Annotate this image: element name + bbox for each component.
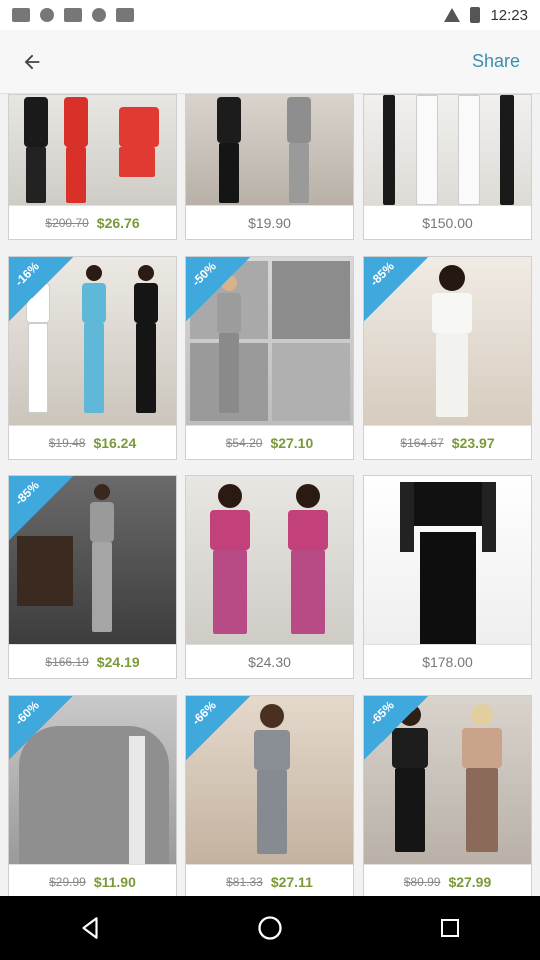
product-card[interactable]: -60% $29.99 $11.90 [8,695,177,896]
price-row: $19.48 $16.24 [9,425,176,459]
circle-home-icon [258,916,282,940]
settings-icon [92,8,106,22]
product-image: -65% [364,696,531,864]
price-row: $200.70 $26.76 [9,205,176,239]
system-nav-bar [0,896,540,960]
old-price: $80.99 [403,874,441,889]
product-card[interactable]: $19.90 [185,94,354,240]
product-card[interactable]: -65% $80.99 $27.99 [363,695,532,896]
price: $178.00 [422,653,473,670]
price: $150.00 [422,214,473,231]
notification-icon [12,8,30,22]
price: $19.90 [248,214,291,231]
triangle-back-icon [82,917,98,939]
sale-price: $27.11 [270,873,313,890]
signal-icon [444,8,461,22]
price-row: $29.99 $11.90 [9,864,176,896]
product-image: -16% [9,257,176,425]
discount-badge: -16% [9,257,73,321]
product-image [186,95,353,205]
product-image [364,476,531,644]
old-price: $166.19 [45,654,89,669]
image-icon [64,8,82,22]
product-image: -50% [186,257,353,425]
sale-price: $23.97 [451,434,495,451]
sale-price: $11.90 [93,873,136,890]
sync-icon [40,8,54,22]
sale-price: $24.19 [96,653,140,670]
product-image: -85% [9,476,176,644]
price-row: $80.99 $27.99 [364,864,531,896]
price-row: $81.33 $27.11 [186,864,353,896]
old-price: $81.33 [226,874,263,889]
product-card[interactable]: $178.00 [363,475,532,679]
price-row: $24.30 [186,644,353,678]
product-image: -66% [186,696,353,864]
old-price: $19.48 [48,435,86,450]
product-image: -85% [364,257,531,425]
discount-badge: -50% [186,257,250,321]
status-time: 12:23 [490,6,528,24]
product-card[interactable]: -66% $81.33 $27.11 [185,695,354,896]
price-row: $164.67 $23.97 [364,425,531,459]
old-price: $54.20 [225,435,263,450]
sale-price: $16.24 [93,434,137,451]
battery-icon [470,7,481,23]
square-recents-icon [441,919,459,937]
discount-badge: -65% [364,696,428,760]
nav-recents-button[interactable] [426,904,474,952]
price-row: $54.20 $27.10 [186,425,353,459]
discount-badge: -85% [364,257,428,321]
price: $24.30 [248,653,291,670]
product-card[interactable]: $150.00 [363,94,532,240]
product-image [364,95,531,205]
arrow-left-icon [24,54,40,69]
sale-price: $27.99 [448,873,492,890]
discount-badge: -66% [186,696,250,760]
product-card[interactable]: -16% $19.48 $16.24 [8,256,177,460]
price-row: $166.19 $24.19 [9,644,176,678]
status-bar: 12:23 [0,0,540,30]
discount-badge: -60% [9,696,73,760]
product-grid: $200.70 $26.76 $19.90 $150.00 -16% $19.4… [8,94,532,896]
discount-badge: -85% [9,476,73,540]
old-price: $164.67 [400,435,444,450]
product-card[interactable]: $24.30 [185,475,354,679]
old-price: $29.99 [49,874,86,889]
product-image: -60% [9,696,176,864]
share-button[interactable]: Share [468,45,524,78]
product-card[interactable]: -85% $164.67 $23.97 [363,256,532,460]
download-icon [116,8,134,22]
sale-price: $27.10 [270,434,314,451]
product-image [9,95,176,205]
sale-price: $26.76 [96,214,140,231]
nav-home-button[interactable] [246,904,294,952]
old-price: $200.70 [45,215,89,230]
product-card[interactable]: $200.70 $26.76 [8,94,177,240]
nav-back-button[interactable] [66,904,114,952]
product-card[interactable]: -50% $54.20 $27.10 [185,256,354,460]
status-notifications [12,8,134,22]
price-row: $178.00 [364,644,531,678]
price-row: $150.00 [364,205,531,239]
back-button[interactable] [16,46,48,78]
product-card[interactable]: -85% $166.19 $24.19 [8,475,177,679]
price-row: $19.90 [186,205,353,239]
app-bar: Share [0,30,540,94]
product-image [186,476,353,644]
status-system: 12:23 [444,7,528,24]
